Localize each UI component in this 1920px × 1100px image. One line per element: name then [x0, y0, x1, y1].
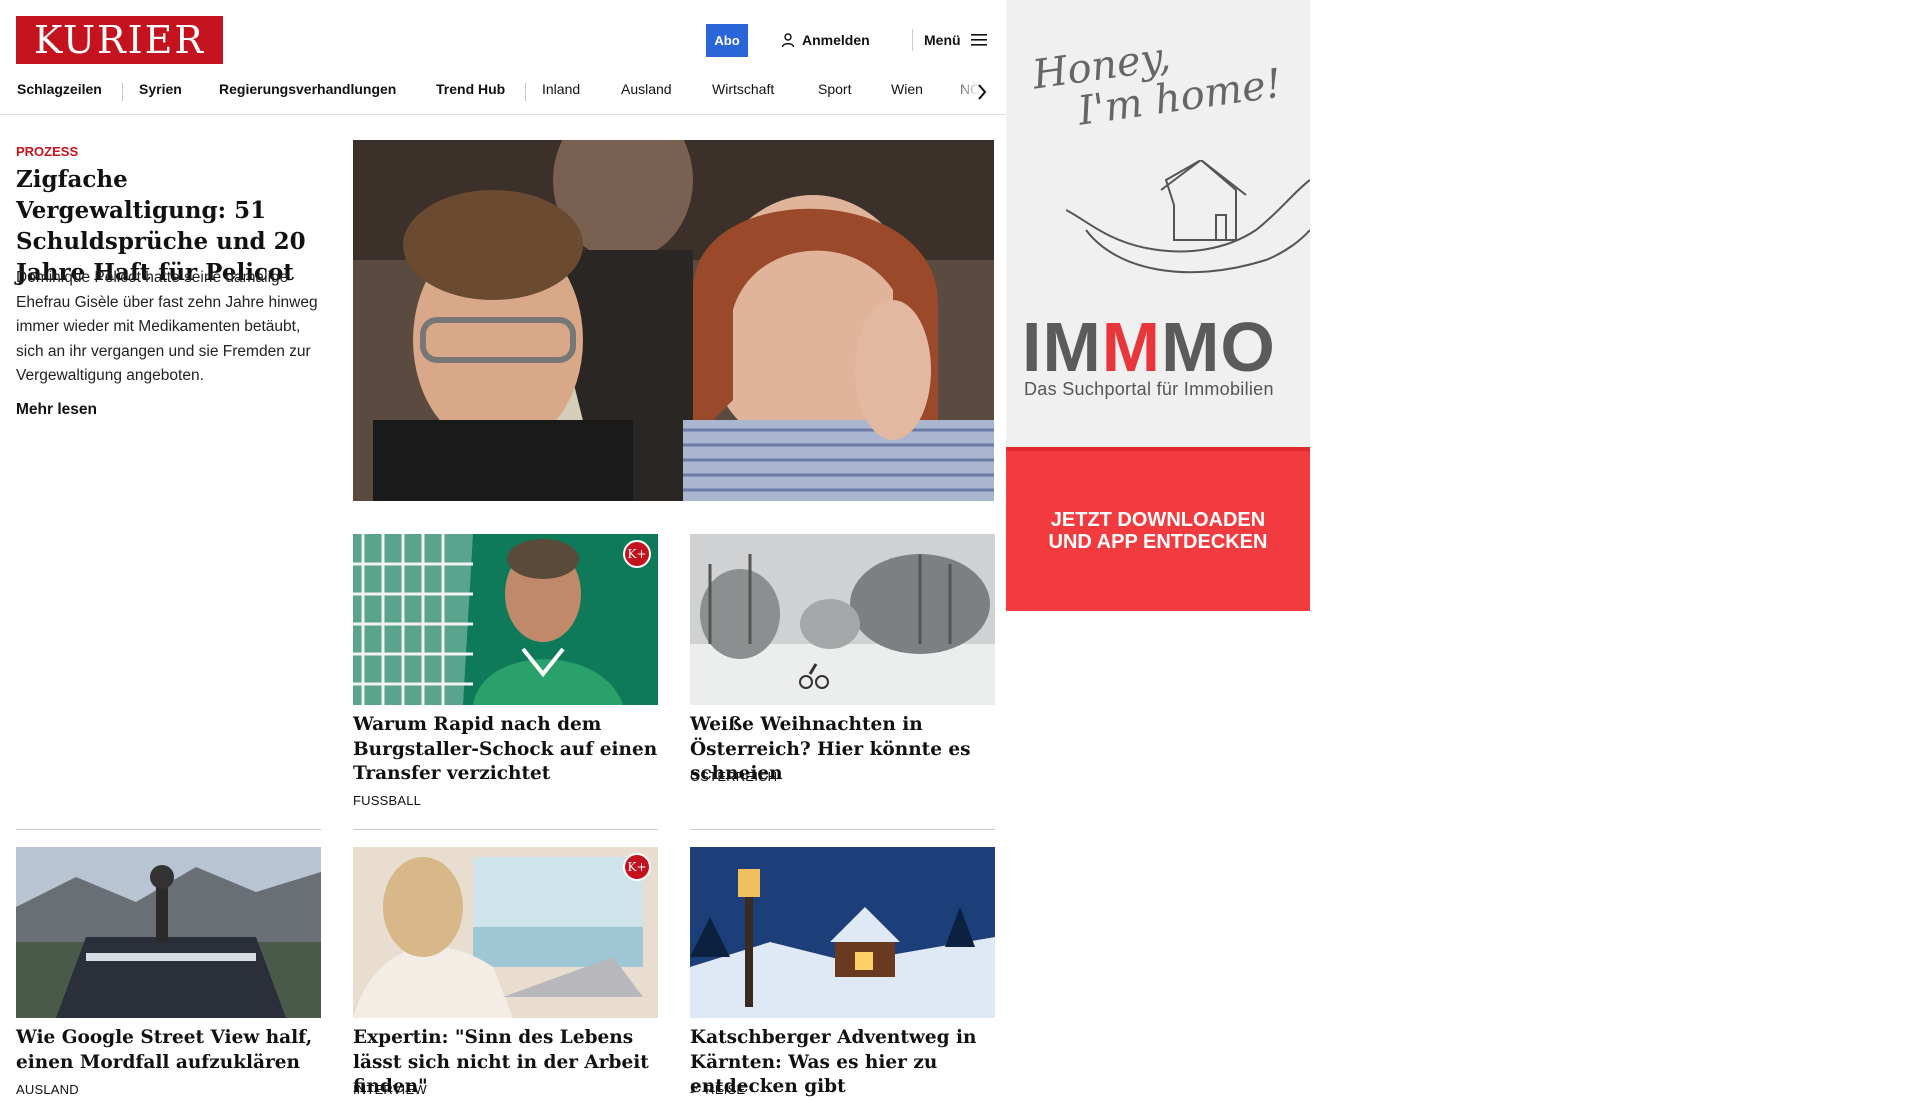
menu-button[interactable]: Menü — [924, 28, 987, 52]
ad-cta-line1: JETZT DOWNLOADEN — [1050, 509, 1266, 531]
card-headline[interactable]: Warum Rapid nach dem Burgstal­ler-Schock… — [353, 713, 659, 787]
card-category[interactable]: AUSLAND — [16, 1082, 79, 1097]
lead-image[interactable] — [353, 140, 994, 501]
premium-badge: K+ — [623, 540, 651, 568]
card-headline[interactable]: Wie Google Street View half, einen Mordf… — [16, 1026, 322, 1075]
card-photo — [690, 534, 995, 705]
nav-scroll-right-button[interactable] — [972, 80, 992, 104]
immmo-ad[interactable]: Honey, I'm home! IMMMO Das Suchportal fü… — [1006, 0, 1310, 611]
header-divider — [912, 29, 913, 51]
card-category[interactable]: INTERVIEW — [353, 1082, 427, 1097]
lead-teaser: Dominique Pelicot hatte seine damalige E… — [16, 269, 318, 384]
kurier-logo[interactable]: KURIER — [16, 16, 223, 64]
nav-item-inland[interactable]: Inland — [542, 74, 580, 114]
card-divider — [690, 829, 995, 830]
card-photo — [353, 534, 658, 705]
ad-tagline: Das Suchportal für Immobilien — [1024, 379, 1274, 399]
card-photo — [16, 847, 321, 1018]
nav-divider — [122, 83, 123, 101]
login-label: Anmelden — [802, 32, 870, 48]
card-image[interactable]: K+ — [353, 847, 658, 1018]
card-divider — [353, 829, 658, 830]
sponsor-mark: f — [690, 1082, 700, 1097]
premium-badge: K+ — [623, 853, 651, 881]
abo-button[interactable]: Abo — [706, 24, 748, 57]
ad-download-button[interactable]: JETZT DOWNLOADEN UND APP ENTDECKEN — [1006, 447, 1310, 611]
nav-item-schlagzeilen[interactable]: Schlagzeilen — [17, 74, 102, 114]
card-image[interactable] — [16, 847, 321, 1018]
login-button[interactable]: Anmelden — [780, 28, 870, 52]
card-image[interactable] — [690, 534, 995, 705]
ad-brand-part: M — [1101, 308, 1162, 386]
read-more-link[interactable]: Mehr lesen — [16, 401, 97, 419]
ad-brand-part: IM — [1022, 308, 1102, 386]
nav-item-regierungsverhandlungen[interactable]: Regierungsverhandlungen — [219, 74, 396, 114]
immmo-logo: IMMMO — [1022, 312, 1276, 382]
hamburger-icon — [970, 34, 987, 46]
menu-label: Menü — [924, 32, 961, 48]
ad-cta-line2: UND APP ENTDECKEN — [1048, 531, 1268, 553]
lead-kicker: PROZESS — [16, 144, 79, 159]
card-category-label: REISE — [705, 1082, 746, 1097]
hand-house-icon — [1066, 160, 1310, 274]
nav-item-sport[interactable]: Sport — [818, 74, 851, 114]
chevron-right-icon — [978, 84, 987, 100]
ad-brand-part: MO — [1161, 308, 1276, 386]
card-category[interactable]: FUSSBALL — [353, 793, 421, 808]
card-image[interactable]: K+ — [353, 534, 658, 705]
section-nav: Schlagzeilen Syrien Regierungsverhandlun… — [0, 74, 1006, 115]
card-photo — [690, 847, 995, 1018]
page: KURIER Abo Anmelden Menü Schlagzeilen Sy… — [0, 0, 1006, 1097]
nav-item-syrien[interactable]: Syrien — [139, 74, 182, 114]
nav-item-ausland[interactable]: Ausland — [621, 74, 672, 114]
user-icon — [781, 33, 795, 48]
card-category[interactable]: f REISE — [690, 1082, 745, 1097]
nav-item-wirtschaft[interactable]: Wirtschaft — [712, 74, 774, 114]
nav-item-trend-hub[interactable]: Trend Hub — [436, 74, 505, 114]
ad-script-text: Honey, I'm home! — [1030, 21, 1285, 138]
card-photo — [353, 847, 658, 1018]
card-image[interactable] — [690, 847, 995, 1018]
lead-photo — [353, 140, 994, 501]
nav-divider — [525, 83, 526, 101]
card-category[interactable]: ÖSTERREICH — [690, 769, 777, 784]
nav-item-wien[interactable]: Wien — [891, 74, 923, 114]
logo-text: KURIER — [33, 18, 206, 62]
card-divider — [16, 829, 321, 830]
